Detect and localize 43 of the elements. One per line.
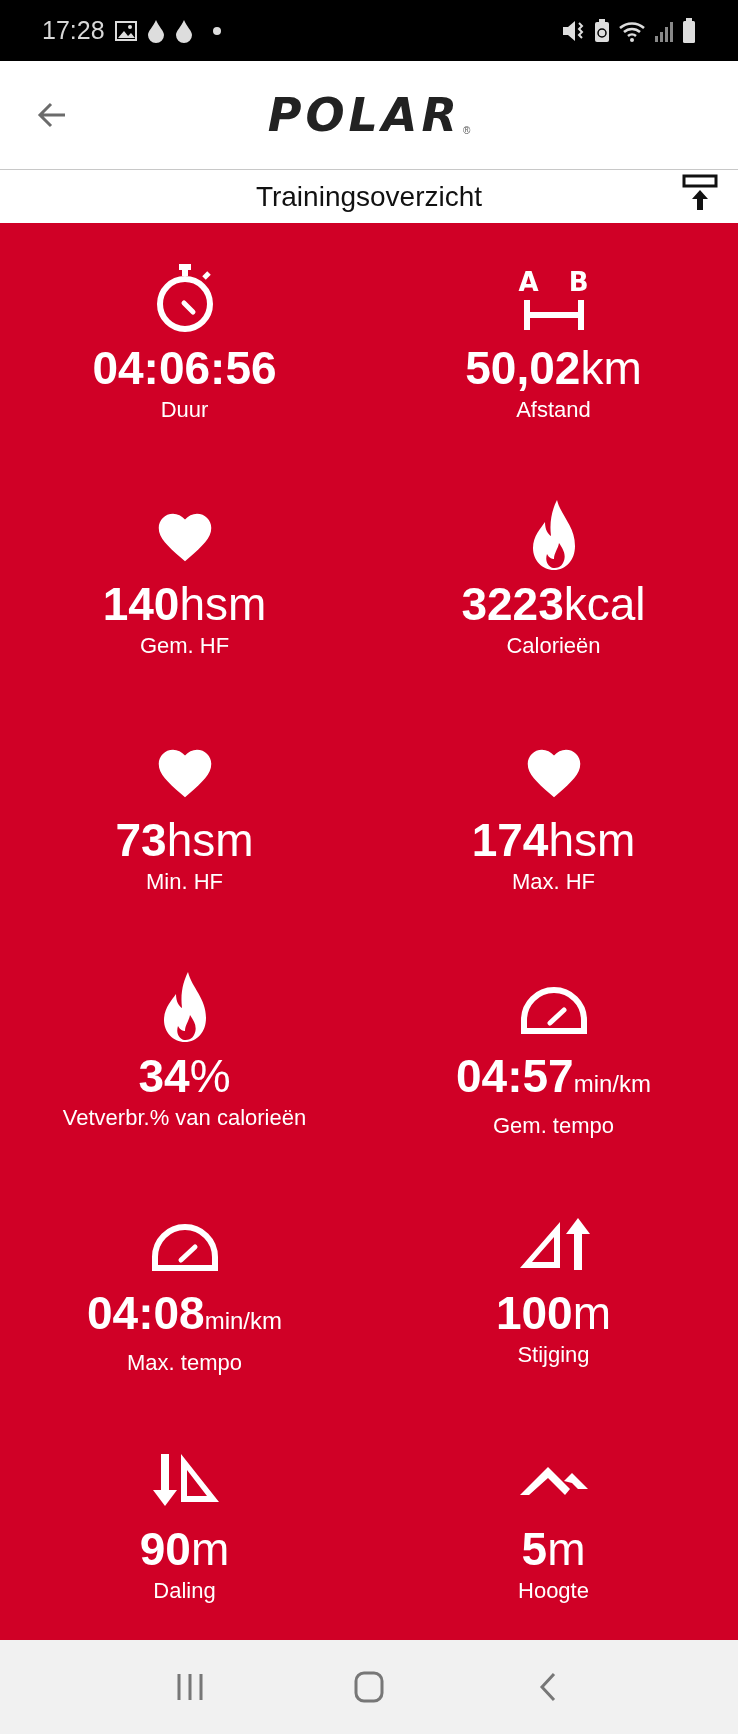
flame-icon (161, 970, 208, 1045)
home-icon (354, 1671, 384, 1703)
stat-value: 90m (139, 1521, 230, 1576)
stat-label: Calorieën (506, 632, 601, 661)
stat-value: 73hsm (115, 813, 254, 868)
stat-label: Hoogte (518, 1576, 589, 1605)
stat-label: Min. HF (146, 868, 223, 897)
stat-value: 100m (495, 1285, 612, 1340)
stat-label: Max. HF (511, 868, 596, 897)
stat-label: Afstand (516, 396, 591, 424)
stat-label: Max. tempo (127, 1348, 242, 1377)
stat-label: Daling (153, 1576, 216, 1605)
registered-mark: ® (462, 124, 471, 138)
battery-icon (682, 17, 696, 44)
stat-label: Gem. HF (139, 632, 230, 661)
vibrate-icon (562, 19, 586, 42)
recent-apps-icon (175, 1672, 204, 1702)
stat-value: 04:08min/km (87, 1285, 282, 1341)
flame-icon (530, 498, 577, 573)
stat-label: Vetverbr.% van calorieën (62, 1104, 307, 1133)
stat-value: 140hsm (102, 577, 267, 632)
stat-label: Stijging (517, 1340, 590, 1369)
stat-value: 174hsm (471, 813, 636, 868)
status-time: 17:28 (42, 14, 105, 46)
back-arrow-icon (37, 102, 67, 128)
stat-value: 34% (138, 1049, 231, 1104)
logo: POLAR (267, 92, 461, 138)
upload-icon (682, 174, 718, 212)
stat-value: 50,02km (465, 341, 642, 395)
stat-label: Duur (160, 396, 209, 424)
page-title: Trainingsoverzicht (255, 179, 483, 214)
battery-saver-icon (594, 18, 610, 43)
stat-label: Gem. tempo (492, 1112, 614, 1141)
stat-value: 3223kcal (461, 577, 646, 632)
stat-value: 04:57min/km (456, 1049, 651, 1105)
stat-value: 04:06:56 (92, 341, 277, 395)
wifi-icon (618, 19, 646, 42)
drop-icon (146, 18, 165, 43)
stat-value: 5m (521, 1521, 586, 1576)
dot-icon (212, 26, 221, 35)
drop-icon (174, 18, 193, 43)
signal-icon (654, 19, 674, 42)
image-icon (114, 20, 137, 41)
